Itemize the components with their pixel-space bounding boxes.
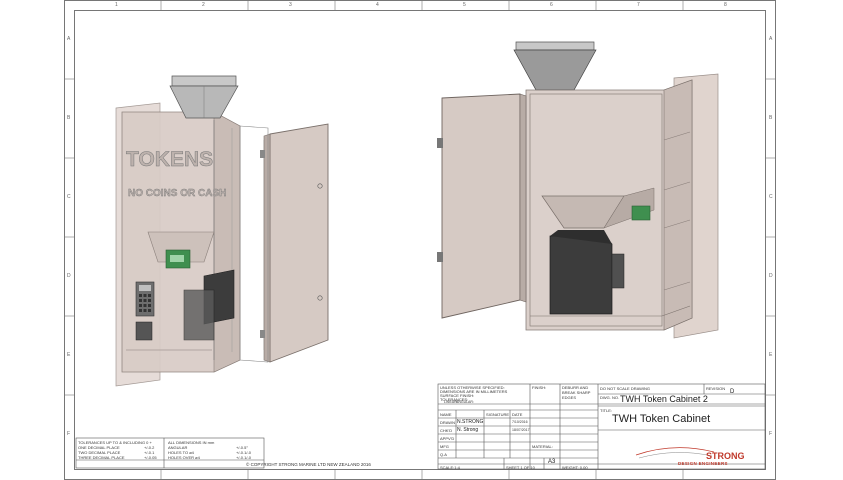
zone-row-b-right: B	[769, 115, 773, 121]
qa-label: Q.A	[440, 452, 447, 457]
deburr-note: DEBURR AND BREAK SHARP EDGES	[562, 385, 591, 400]
zone-col-5: 5	[463, 2, 466, 8]
sheet-label: SHEET 1 OF 10	[506, 465, 535, 470]
zone-row-d-right: D	[769, 273, 773, 279]
checked-date: 18/07/2017	[512, 428, 530, 432]
zone-row-a: A	[67, 36, 71, 42]
title-label: TITLE:	[600, 408, 613, 413]
checked-label: CHK'D	[440, 428, 453, 433]
zone-col-8: 8	[724, 2, 727, 8]
drawn-name: N.STRONG	[457, 419, 484, 425]
tolerance-line-4-value: +/-0.05	[144, 455, 157, 460]
right-cabinet-model	[437, 41, 719, 339]
drawing-title: TWH Token Cabinet	[612, 413, 711, 425]
company-logo-name: STRONG	[706, 451, 745, 461]
weight-label: WEIGHT: 0.00	[562, 465, 588, 470]
sheet-size: A3	[548, 459, 556, 465]
checked-name: N. Strong	[457, 427, 479, 433]
do-not-scale-note: DO NOT SCALE DRAWING	[600, 386, 651, 391]
drawn-date: 7/10/2016	[512, 420, 528, 424]
revision-value: D	[730, 389, 735, 395]
mfg-label: MFG	[440, 444, 449, 449]
drawing-sheet: TOKENS NO COINS OR CASH 1 2 3 4 5 6 7 8 …	[64, 0, 776, 480]
drawing-number: TWH Token Cabinet 2	[620, 394, 708, 404]
dwg-no-label: DWG. NO.	[600, 395, 620, 400]
zone-col-6: 6	[550, 2, 553, 8]
col-name-header: NAME	[440, 412, 452, 417]
finish-label: FINISH:	[532, 385, 547, 390]
zone-row-f-right: F	[769, 431, 773, 437]
zone-col-1: 1	[115, 2, 118, 8]
zone-row-d: D	[67, 273, 71, 279]
no-coins-panel-text: NO COINS OR CASH	[128, 188, 226, 199]
company-logo-sub: DESIGN ENGINEERS	[678, 461, 728, 466]
left-cabinet-model	[115, 75, 329, 387]
drawn-label: DRAWN	[440, 420, 455, 425]
zone-col-2: 2	[202, 2, 205, 8]
zone-row-e: E	[67, 352, 71, 358]
tolerance-col2-line-4: HOLES OVER ø4	[168, 455, 200, 460]
tolerance-col2-line-4-value: +/-0.1/-0	[236, 455, 252, 460]
col-date-header: DATE	[512, 412, 523, 417]
drawing-canvas: TOKENS NO COINS OR CASH	[64, 0, 776, 480]
scale-label: SCALE:1:4	[440, 465, 460, 470]
tolerance-line-4: THREE DECIMAL PLACE	[78, 455, 125, 460]
zone-col-7: 7	[637, 2, 640, 8]
material-label: MATERIAL:	[532, 444, 553, 449]
col-signature-header: SIGNATURE	[486, 412, 510, 417]
notes-line-6: ANGULAR:	[456, 400, 474, 404]
zone-col-4: 4	[376, 2, 379, 8]
zone-row-b: B	[67, 115, 71, 121]
zone-row-c: C	[67, 194, 71, 200]
zone-row-a-right: A	[769, 36, 773, 42]
tokens-panel-text: TOKENS	[126, 148, 213, 171]
zone-row-e-right: E	[769, 352, 773, 358]
zone-row-f: F	[67, 431, 71, 437]
zone-col-3: 3	[289, 2, 292, 8]
zone-row-c-right: C	[769, 194, 773, 200]
revision-label: REVISION	[706, 386, 726, 391]
approved-label: APPV'D	[440, 436, 455, 441]
copyright-notice: © COPYRIGHT STRONG MARINE LTD NEW ZEALAN…	[246, 462, 371, 467]
